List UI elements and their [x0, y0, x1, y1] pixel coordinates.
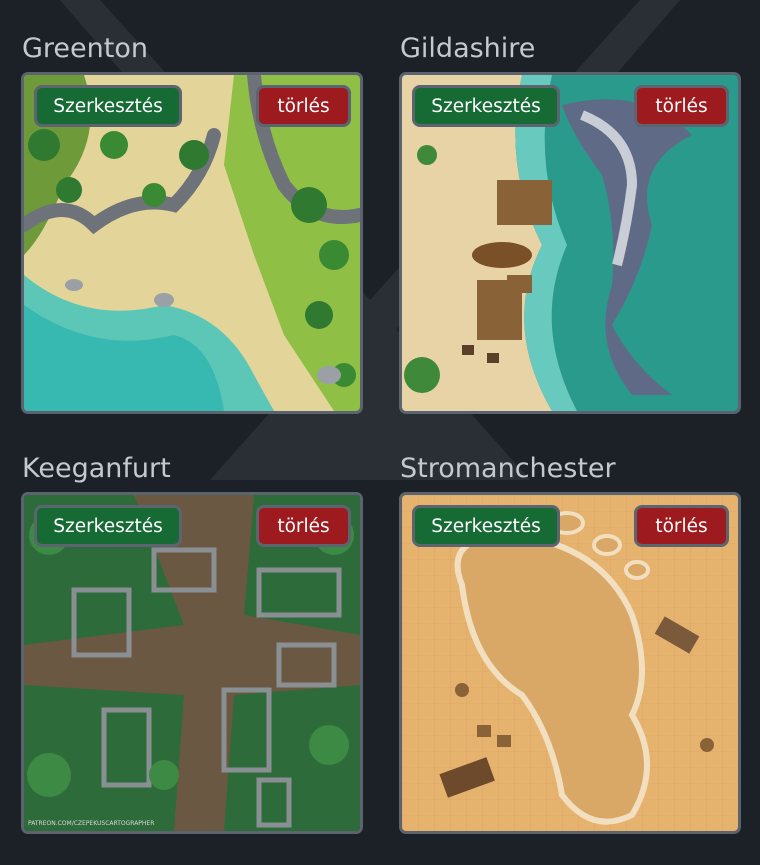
edit-button[interactable]: Szerkesztés: [34, 505, 182, 547]
map-thumbnail[interactable]: Szerkesztés törlés: [399, 492, 741, 834]
edit-button[interactable]: Szerkesztés: [412, 85, 560, 127]
map-title: Greenton: [22, 33, 148, 64]
map-thumbnail[interactable]: Szerkesztés törlés: [21, 72, 363, 414]
delete-button[interactable]: törlés: [256, 505, 351, 547]
map-card-stromanchester: Stromanchester Szerkesztés törlés: [399, 452, 741, 834]
map-card-keeganfurt: Keeganfurt PATREON.COM/CZEPEKUSCARTOGRAP…: [21, 452, 363, 834]
delete-button[interactable]: törlés: [256, 85, 351, 127]
edit-button[interactable]: Szerkesztés: [34, 85, 182, 127]
map-title: Keeganfurt: [22, 453, 171, 484]
delete-button[interactable]: törlés: [634, 505, 729, 547]
map-card-gildashire: Gildashire Szerkesztés törlés: [399, 32, 741, 414]
map-thumbnail[interactable]: PATREON.COM/CZEPEKUSCARTOGRAPHER Szerkes…: [21, 492, 363, 834]
map-title: Gildashire: [400, 33, 536, 64]
map-watermark: PATREON.COM/CZEPEKUSCARTOGRAPHER: [28, 820, 154, 827]
map-card-greenton: Greenton Szerkesztés törlés: [21, 32, 363, 414]
map-title: Stromanchester: [400, 453, 616, 484]
edit-button[interactable]: Szerkesztés: [412, 505, 560, 547]
delete-button[interactable]: törlés: [634, 85, 729, 127]
map-thumbnail[interactable]: Szerkesztés törlés: [399, 72, 741, 414]
